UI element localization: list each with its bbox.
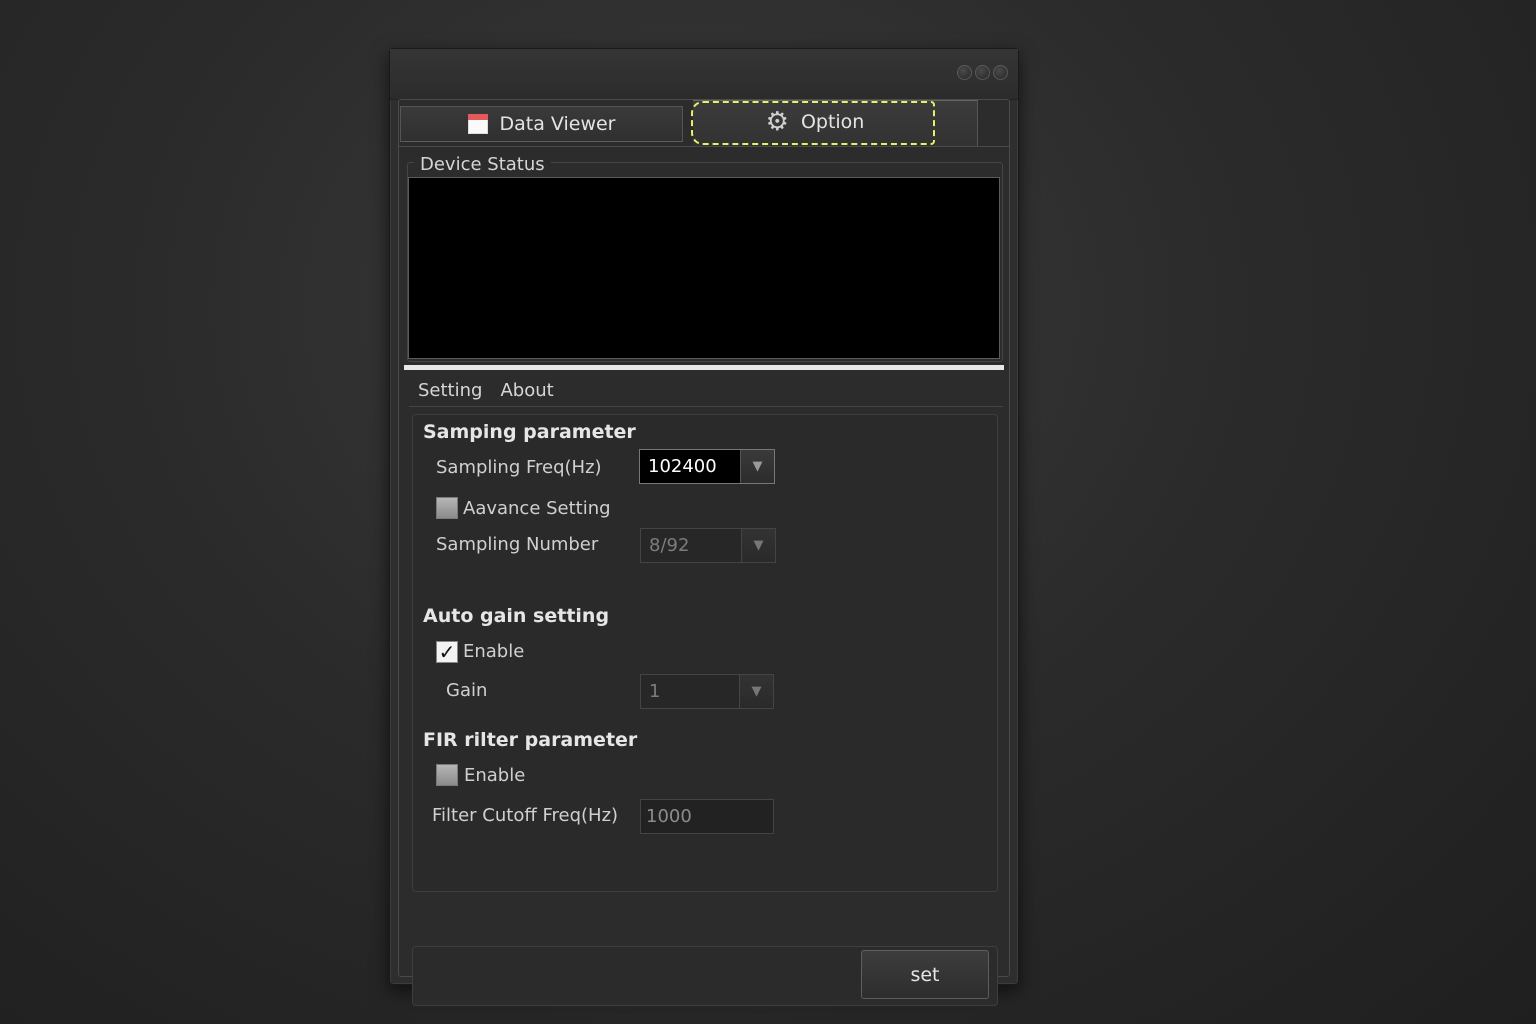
device-status-title: Device Status [414,154,551,175]
auto-gain-enable-label: Enable [463,641,525,662]
sampling-number-label: Sampling Number [436,534,599,555]
set-button[interactable]: set [861,950,989,999]
gain-select[interactable]: 1 ▼ [640,674,774,709]
sampling-freq-label: Sampling Freq(Hz) [436,457,602,478]
tab-option[interactable]: ⚙ Option [691,100,978,146]
advance-setting-label: Aavance Setting [463,498,611,519]
subtab-about[interactable]: About [500,380,553,401]
chevron-down-icon[interactable]: ▼ [740,450,774,483]
cutoff-freq-input[interactable]: 1000 [640,799,774,834]
subtab-setting[interactable]: Setting [418,380,482,401]
chevron-down-icon[interactable]: ▼ [741,529,775,562]
fir-enable-checkbox[interactable] [436,764,458,786]
advance-setting-checkbox[interactable] [436,497,458,519]
fir-enable-label: Enable [464,765,526,786]
auto-gain-enable-checkbox[interactable]: ✓ [436,641,458,663]
chevron-down-icon[interactable]: ▼ [739,675,773,708]
gain-label: Gain [446,680,488,701]
sampling-freq-value: 102400 [648,456,717,477]
sampling-section-title: Samping parameter [423,421,636,443]
sampling-freq-select[interactable]: 102400 ▼ [639,449,775,484]
sampling-number-value: 8/92 [649,535,690,556]
settings-subtabs: Setting About [418,380,554,401]
main-panel: Data Viewer ⚙ Option Device Status Setti… [398,99,1010,1006]
settings-panel: Samping parameter Sampling Freq(Hz) 1024… [412,414,998,892]
tab-data-viewer[interactable]: Data Viewer [400,106,683,142]
tab-data-viewer-label: Data Viewer [499,113,616,135]
device-status-display [408,177,1000,359]
close-button[interactable] [993,65,1008,80]
fir-section-title: FIR rilter parameter [423,729,638,751]
gear-icon: ⚙ [765,106,789,137]
sampling-number-select[interactable]: 8/92 ▼ [640,528,776,563]
tab-option-label: Option [800,110,865,133]
tab-bar-divider [399,146,1009,147]
app-window: Data Viewer ⚙ Option Device Status Setti… [389,48,1019,1006]
window-controls [957,65,1008,80]
gain-value: 1 [649,681,661,702]
splitter-handle[interactable] [404,365,1004,370]
checkmark-icon: ✓ [438,640,456,664]
maximize-button[interactable] [975,65,990,80]
auto-gain-section-title: Auto gain setting [423,605,610,627]
minimize-button[interactable] [957,65,972,80]
calendar-icon [467,114,488,134]
title-bar[interactable] [390,49,1018,100]
cutoff-freq-label: Filter Cutoff Freq(Hz) [432,805,619,826]
subtab-divider [409,406,1003,407]
